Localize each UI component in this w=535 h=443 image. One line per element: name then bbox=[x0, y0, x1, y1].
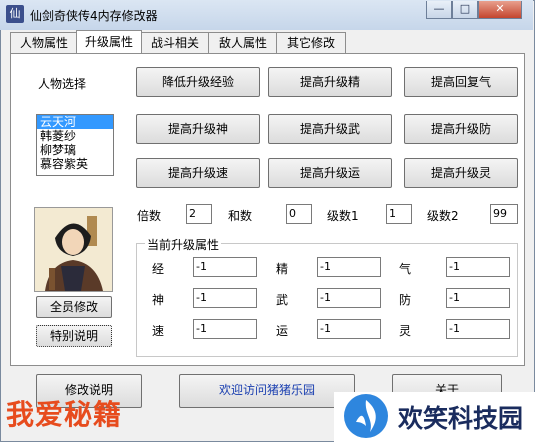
attr-value-field[interactable]: -1 bbox=[446, 257, 510, 277]
raise-recover-qi-button[interactable]: 提高回复气 bbox=[404, 67, 518, 97]
attr-value-field[interactable]: -1 bbox=[193, 319, 257, 339]
tab-character-attrs[interactable]: 人物属性 bbox=[10, 32, 78, 53]
level2-input[interactable]: 99 bbox=[490, 204, 518, 224]
raise-jing-button[interactable]: 提高升级精 bbox=[268, 67, 392, 97]
attr-value-field[interactable]: -1 bbox=[446, 319, 510, 339]
app-icon: 仙 bbox=[6, 5, 24, 23]
attr-value-field[interactable]: -1 bbox=[193, 288, 257, 308]
attr-label: 灵 bbox=[399, 324, 412, 338]
list-item[interactable]: 云天河 bbox=[37, 115, 113, 129]
current-attrs-title: 当前升级属性 bbox=[145, 236, 222, 253]
sum-label: 和数 bbox=[228, 209, 253, 223]
attr-value-field[interactable]: -1 bbox=[317, 257, 381, 277]
multiplier-label: 倍数 bbox=[137, 209, 162, 223]
special-note-button[interactable]: 特别说明 bbox=[36, 325, 112, 347]
character-listbox[interactable]: 云天河 韩菱纱 柳梦璃 慕容紫英 bbox=[36, 114, 114, 176]
raise-shen-button[interactable]: 提高升级神 bbox=[136, 114, 260, 144]
tab-battle[interactable]: 战斗相关 bbox=[140, 32, 210, 53]
raise-yun-button[interactable]: 提高升级运 bbox=[268, 158, 392, 188]
raise-su-button[interactable]: 提高升级速 bbox=[136, 158, 260, 188]
attr-value-field[interactable]: -1 bbox=[446, 288, 510, 308]
attr-label: 神 bbox=[152, 293, 165, 307]
list-item[interactable]: 韩菱纱 bbox=[37, 129, 113, 143]
attr-label: 精 bbox=[276, 262, 289, 276]
attr-label: 经 bbox=[152, 262, 165, 276]
tab-upgrade-attrs[interactable]: 升级属性 bbox=[76, 30, 142, 53]
list-item[interactable]: 慕容紫英 bbox=[37, 157, 113, 171]
level2-label: 级数2 bbox=[427, 209, 459, 223]
raise-fang-button[interactable]: 提高升级防 bbox=[404, 114, 518, 144]
tab-enemy-attrs[interactable]: 敌人属性 bbox=[208, 32, 278, 53]
modify-all-button[interactable]: 全员修改 bbox=[36, 296, 112, 318]
watermark-left: 我爱秘籍 bbox=[6, 398, 123, 431]
raise-ling-button[interactable]: 提高升级灵 bbox=[404, 158, 518, 188]
sum-input[interactable]: 0 bbox=[286, 204, 312, 224]
attr-label: 速 bbox=[152, 324, 165, 338]
multiplier-input[interactable]: 2 bbox=[186, 204, 212, 224]
attr-label: 气 bbox=[399, 262, 412, 276]
character-select-label: 人物选择 bbox=[38, 77, 87, 91]
attr-label: 防 bbox=[399, 293, 412, 307]
attr-label: 运 bbox=[276, 324, 289, 338]
attr-value-field[interactable]: -1 bbox=[317, 319, 381, 339]
attr-label: 武 bbox=[276, 293, 289, 307]
watermark-right: 欢笑科技园 bbox=[398, 404, 524, 433]
maximize-button[interactable]: □ bbox=[452, 1, 478, 19]
lower-upgrade-exp-button[interactable]: 降低升级经验 bbox=[136, 67, 260, 97]
minimize-button[interactable]: — bbox=[426, 1, 452, 19]
welcome-link-button[interactable]: 欢迎访问猪猪乐园 bbox=[179, 374, 355, 408]
list-item[interactable]: 柳梦璃 bbox=[37, 143, 113, 157]
attr-value-field[interactable]: -1 bbox=[193, 257, 257, 277]
character-portrait bbox=[34, 207, 113, 292]
tab-other-mods[interactable]: 其它修改 bbox=[276, 32, 346, 53]
raise-wu-button[interactable]: 提高升级武 bbox=[268, 114, 392, 144]
window-title: 仙剑奇侠传4内存修改器 bbox=[30, 9, 158, 23]
level1-input[interactable]: 1 bbox=[386, 204, 412, 224]
attr-value-field[interactable]: -1 bbox=[317, 288, 381, 308]
close-window-button[interactable]: ✕ bbox=[478, 1, 522, 19]
watermark-logo-icon bbox=[342, 392, 390, 443]
level1-label: 级数1 bbox=[327, 209, 359, 223]
